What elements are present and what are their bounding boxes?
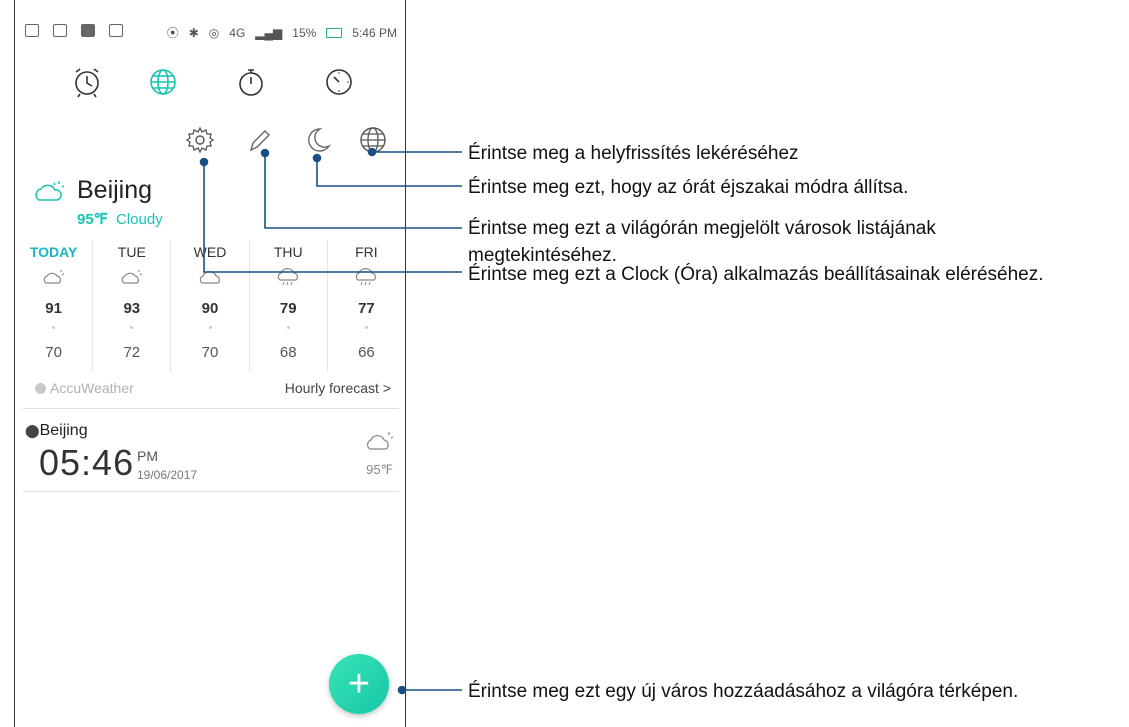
forecast-day: THU 79 68 — [248, 240, 327, 372]
accuweather-label: AccuWeather — [50, 380, 134, 396]
partly-cloudy-icon — [35, 180, 65, 201]
forecast-high: 79 — [279, 300, 297, 317]
weather-city-row: Beijing — [33, 176, 152, 205]
sync-icon: ◎ — [208, 25, 220, 40]
phone-screen: ⦿ ✱ ◎ 4G ▂▄▆ 15% 5:46 PM Beijing 95℉ Clo… — [14, 0, 406, 727]
notification-icon — [25, 24, 39, 37]
forecast-high: 91 — [45, 300, 62, 317]
world-clock-card[interactable]: ⬤Beijing 05:46 PM 19/06/2017 95℉ — [15, 412, 405, 492]
partly-cloudy-icon — [43, 270, 64, 284]
partly-cloudy-icon — [121, 270, 143, 284]
divider — [23, 491, 399, 492]
action-bar — [15, 122, 405, 162]
forecast-low: 72 — [123, 344, 141, 361]
tab-stopwatch[interactable] — [231, 62, 271, 102]
globe-icon — [360, 127, 386, 153]
hourly-forecast-link[interactable]: Hourly forecast > — [285, 380, 391, 396]
signal-icon: ▂▄▆ — [255, 25, 283, 40]
rain-icon — [356, 268, 377, 286]
forecast-low: 68 — [279, 344, 297, 361]
current-temp: 95℉ — [77, 211, 108, 228]
forecast-high: 93 — [123, 300, 141, 317]
timer-icon — [326, 69, 352, 95]
bluetooth-icon: ✱ — [188, 25, 199, 40]
network-type: 4G — [229, 25, 246, 40]
accuweather-logo[interactable]: AccuWeather — [35, 380, 134, 396]
moon-icon — [308, 128, 332, 152]
forecast-day: FRI 77 66 — [326, 240, 405, 372]
weather-source-row: AccuWeather Hourly forecast > — [15, 376, 405, 400]
rain-icon — [277, 268, 299, 286]
separator-dot — [364, 326, 368, 329]
tab-alarm[interactable] — [67, 62, 107, 102]
current-condition: Cloudy — [115, 211, 163, 228]
forecast-low: 70 — [201, 344, 219, 361]
partly-cloudy-icon — [366, 432, 394, 450]
pencil-icon — [249, 130, 270, 152]
night-mode-button[interactable] — [300, 122, 336, 158]
stopwatch-icon — [239, 69, 263, 96]
gallery-icon — [53, 24, 67, 37]
callout-night-mode: Érintse meg ezt, hogy az órát éjszakai m… — [468, 177, 909, 198]
tab-world-clock[interactable] — [143, 62, 183, 102]
cloud-icon — [199, 271, 220, 284]
sdcard-icon — [109, 24, 123, 37]
forecast-day-name: TUE — [117, 244, 146, 260]
forecast-high: 77 — [358, 300, 375, 317]
gear-icon — [185, 126, 215, 154]
clock-card-temp: 95℉ — [366, 462, 393, 477]
battery-icon — [326, 27, 343, 38]
clock-card-city-row: ⬤Beijing — [25, 422, 88, 440]
forecast-day-name: TODAY — [29, 244, 78, 260]
settings-button[interactable] — [182, 122, 218, 158]
separator-dot — [52, 326, 56, 329]
location-refresh-button[interactable] — [355, 122, 391, 158]
clock-card-ampm: PM — [137, 448, 158, 464]
callout-add-city: Érintse meg ezt egy új város hozzáadásáh… — [468, 681, 1019, 702]
location-pin-icon: ⬤ — [25, 423, 40, 438]
forecast-row: TODAY 91 70 TUE 93 72 WED 90 70 THU 79 6… — [15, 240, 405, 372]
add-city-button[interactable]: + — [329, 654, 389, 714]
callout-edit-cities-line1: Érintse meg ezt a világórán megjelölt vá… — [468, 218, 936, 239]
forecast-low: 66 — [358, 344, 375, 361]
tab-timer[interactable] — [319, 62, 359, 102]
battery-percent: 15% — [292, 25, 317, 40]
forecast-low: 70 — [45, 344, 62, 361]
forecast-day-name: FRI — [355, 244, 378, 260]
callout-location-refresh: Érintse meg a helyfrissítés lekéréséhez — [468, 143, 799, 164]
sun-icon — [35, 382, 46, 394]
separator-dot — [286, 326, 290, 329]
edit-cities-button[interactable] — [241, 122, 277, 158]
forecast-day: TUE 93 72 — [92, 240, 170, 372]
status-bar: ⦿ ✱ ◎ 4G ▂▄▆ 15% 5:46 PM — [15, 0, 405, 50]
clock-card-date: 19/06/2017 — [137, 468, 198, 482]
forecast-high: 90 — [201, 300, 219, 317]
clock-card-time: 05:46 — [39, 442, 135, 483]
hotspot-icon: ⦿ — [166, 26, 179, 40]
globe-icon — [150, 69, 176, 95]
weather-city: Beijing — [77, 176, 153, 204]
clock-tabs — [15, 62, 405, 102]
plus-icon: + — [347, 663, 371, 705]
callout-settings: Érintse meg ezt a Clock (Óra) alkalmazás… — [468, 264, 1044, 285]
forecast-day-name: WED — [193, 244, 227, 260]
separator-dot — [130, 326, 134, 329]
clock-card-city: Beijing — [39, 422, 88, 439]
forecast-day: WED 90 70 — [170, 240, 248, 372]
news-icon — [81, 24, 95, 37]
forecast-day: TODAY 91 70 — [15, 240, 92, 372]
divider — [23, 408, 399, 409]
alarm-clock-icon — [75, 68, 99, 98]
separator-dot — [208, 326, 212, 329]
status-time: 5:46 PM — [352, 25, 397, 40]
weather-condition-row: 95℉ Cloudy — [77, 210, 163, 228]
forecast-day-name: THU — [273, 244, 303, 260]
